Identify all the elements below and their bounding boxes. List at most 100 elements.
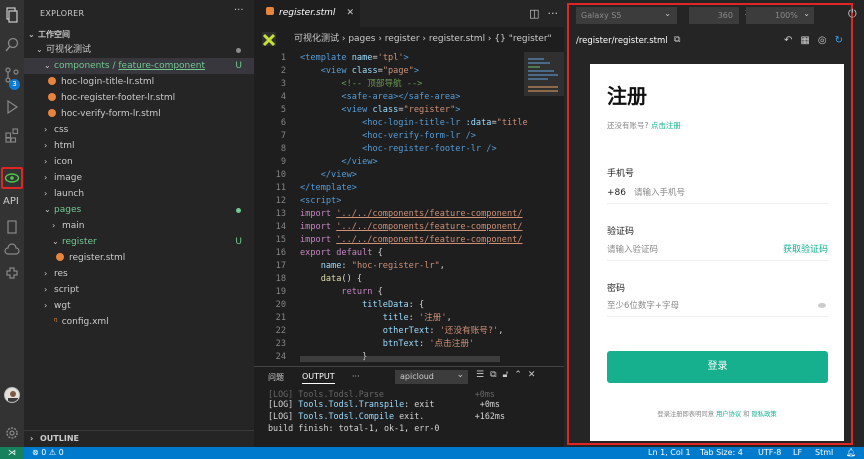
code-line[interactable]: 7 <hoc-verify-form-lr /> (254, 130, 524, 143)
register-link[interactable]: 点击注册 (651, 121, 681, 130)
code-line[interactable]: 9 </view> (254, 156, 524, 169)
close-icon[interactable]: ✕ (528, 370, 536, 380)
explorer-more-button[interactable]: ··· (234, 5, 244, 16)
tree-folder[interactable]: › html (24, 138, 254, 154)
tab-register-stml[interactable]: register.stml ✕ (254, 0, 360, 27)
split-editor-icon[interactable]: ◫ (529, 7, 539, 20)
output-channel-select[interactable]: apicloud (395, 368, 468, 384)
breadcrumb[interactable]: 可视化测试 › pages › register › register.stml… (254, 27, 564, 51)
more-actions-icon[interactable]: ··· (548, 7, 559, 20)
close-icon[interactable]: ✕ (346, 0, 354, 27)
code-line[interactable]: 4 <safe-area></safe-area> (254, 91, 524, 104)
code-line[interactable]: 16 export default { (254, 247, 524, 260)
tree-folder[interactable]: › icon (24, 154, 254, 170)
phone-input[interactable]: 请输入手机号 (634, 188, 685, 198)
extensions-icon[interactable] (3, 126, 21, 144)
api-label[interactable]: API (3, 196, 19, 207)
inspect-icon[interactable]: ◎ (818, 35, 827, 46)
tab-problems[interactable]: 问题 (268, 372, 284, 383)
code-line[interactable]: 19 return { (254, 286, 524, 299)
login-button[interactable]: 登录 (607, 351, 828, 383)
filter-icon[interactable]: ☰ (476, 370, 484, 380)
user-agreement-link[interactable]: 用户协议 (716, 411, 741, 418)
eye-icon[interactable] (818, 303, 826, 308)
code-line[interactable]: 22 otherText: '还没有账号?', (254, 325, 524, 338)
tree-file[interactable]: hoc-verify-form-lr.stml (24, 106, 254, 122)
get-code-button[interactable]: 获取验证码 (783, 241, 828, 259)
tree-folder[interactable]: › script (24, 282, 254, 298)
password-field[interactable]: 至少6位数字+字母 (607, 297, 828, 317)
eol[interactable]: LF (793, 447, 802, 459)
encoding[interactable]: UTF-8 (758, 447, 781, 459)
settings-gear-icon[interactable] (3, 424, 21, 442)
phone-field[interactable]: +86 请输入手机号 (607, 184, 828, 204)
code-line[interactable]: 11 </template> (254, 182, 524, 195)
code-line[interactable]: 8 <hoc-register-footer-lr /> (254, 143, 524, 156)
tree-folder-register[interactable]: ⌄ register U (24, 234, 254, 250)
problems-count[interactable]: ⊗ 0 ⚠ 0 (32, 447, 64, 459)
code-view[interactable]: 1 <template name='tpl'> 2 <view class="pag… (254, 52, 528, 364)
code-line[interactable]: 14 import '../../components/feature-compo… (254, 221, 524, 234)
file-icon[interactable] (3, 218, 21, 236)
privacy-policy-link[interactable]: 隐私政策 (752, 411, 777, 418)
qrcode-icon[interactable]: ▦ (800, 35, 809, 46)
code-line[interactable]: 12 <script> (254, 195, 524, 208)
horizontal-scrollbar[interactable] (300, 356, 500, 362)
panel-more-button[interactable]: ··· (352, 372, 360, 381)
code-line[interactable]: 2 <view class="page"> (254, 65, 524, 78)
code-line[interactable]: 18 data() { (254, 273, 524, 286)
tree-folder-pages[interactable]: ⌄ pages (24, 202, 254, 218)
code-field[interactable]: 请输入验证码 获取验证码 (607, 241, 828, 261)
explorer-icon[interactable] (3, 6, 21, 24)
code-line[interactable]: 13 import '../../components/feature-compo… (254, 208, 524, 221)
tree-file-register[interactable]: register.stml (24, 250, 254, 266)
tree-folder[interactable]: › image (24, 170, 254, 186)
code-line[interactable]: 17 name: "hoc-register-lr", (254, 260, 524, 273)
cursor-position[interactable]: Ln 1, Col 1 (648, 447, 691, 459)
code-line[interactable]: 21 title: '注册', (254, 312, 524, 325)
debug-icon[interactable] (3, 98, 21, 116)
zoom-select[interactable]: 100% (770, 5, 814, 24)
code-line[interactable]: 20 titleData: { (254, 299, 524, 312)
code-line[interactable]: 23 btnText: '点击注册' (254, 338, 524, 351)
language-mode[interactable]: Stml (815, 447, 833, 459)
project-folder[interactable]: ⌄ 可视化测试 (24, 42, 254, 58)
back-icon[interactable]: ↶ (784, 35, 792, 46)
tree-folder[interactable]: › res (24, 266, 254, 282)
password-input[interactable]: 至少6位数字+字母 (607, 301, 679, 311)
code-line[interactable]: 1 <template name='tpl'> (254, 52, 524, 65)
tab-size[interactable]: Tab Size: 4 (700, 447, 743, 459)
outline-section[interactable]: › OUTLINE (24, 430, 254, 447)
code-line[interactable]: 6 <hoc-login-title-lr :data="title (254, 117, 528, 130)
device-select[interactable]: Galaxy S5 (576, 5, 677, 24)
code-line[interactable]: 15 import '../../components/feature-compo… (254, 234, 524, 247)
tree-folder-components[interactable]: ⌄ components / feature-component U (24, 58, 254, 74)
search-icon[interactable] (3, 36, 21, 54)
eye-icon[interactable] (3, 169, 21, 187)
cloud-icon[interactable] (3, 241, 21, 259)
tab-output[interactable]: OUTPUT (302, 372, 335, 384)
width-input[interactable]: 360 (689, 7, 739, 24)
remote-icon[interactable]: ⋊ (0, 447, 24, 459)
lock-icon[interactable]: 🔓︎ (503, 370, 509, 380)
tree-folder[interactable]: › css (24, 122, 254, 138)
code-input[interactable]: 请输入验证码 (607, 245, 658, 255)
minimap[interactable] (524, 52, 564, 364)
tree-file-config[interactable]: ᵑ config.xml (24, 314, 254, 330)
tree-file[interactable]: hoc-login-title-lr.stml (24, 74, 254, 90)
avatar[interactable] (4, 387, 20, 403)
code-line[interactable]: 5 <view class="register"> (254, 104, 524, 117)
tree-folder[interactable]: › wgt (24, 298, 254, 314)
tree-folder[interactable]: › launch (24, 186, 254, 202)
chevron-up-icon[interactable]: ⌃ (514, 370, 522, 380)
power-icon[interactable]: ⏻ (848, 7, 857, 21)
notifications-icon[interactable]: 🔔︎ (846, 447, 856, 459)
tree-file[interactable]: hoc-register-footer-lr.stml (24, 90, 254, 106)
copy-icon[interactable]: ⧉ (490, 370, 496, 380)
plugin-icon[interactable] (3, 264, 21, 282)
refresh-icon[interactable]: ↻ (835, 35, 843, 46)
code-line[interactable]: 10 </view> (254, 169, 524, 182)
tree-folder[interactable]: › main (24, 218, 254, 234)
code-line[interactable]: 3 <!-- 顶部导航 --> (254, 78, 524, 91)
copy-path-icon[interactable]: ⧉ (674, 35, 680, 45)
